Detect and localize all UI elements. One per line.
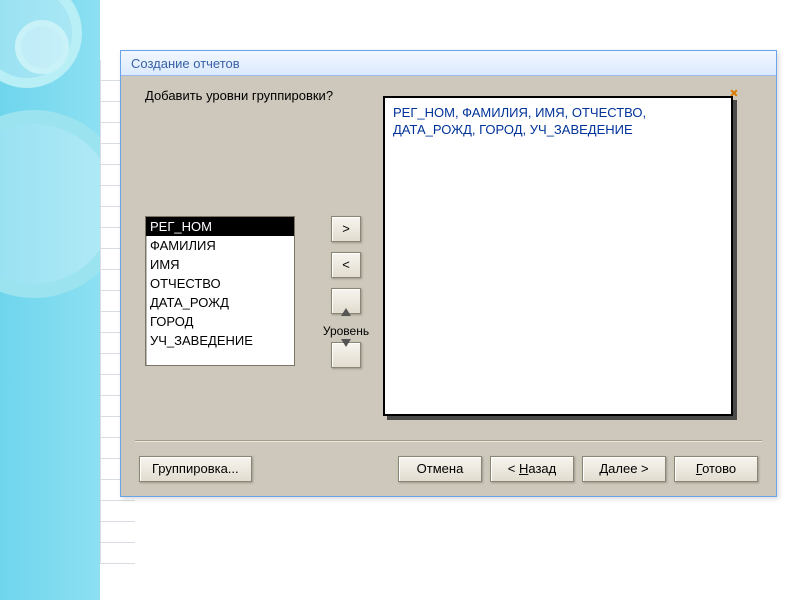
back-button[interactable]: < Назад [490,456,574,482]
grouping-options-button[interactable]: Группировка... [139,456,252,482]
decorative-bubble [15,20,69,74]
arrow-up-icon [341,293,351,316]
grouping-prompt: Добавить уровни группировки? [145,88,333,103]
button-separator [135,440,762,442]
dialog-body: Добавить уровни группировки? РЕГ_НОМФАМИ… [121,76,776,496]
arrow-down-icon [341,339,351,362]
grouping-preview-pane: РЕГ_НОМ, ФАМИЛИЯ, ИМЯ, ОТЧЕСТВО, ДАТА_РО… [383,96,733,416]
remove-level-button[interactable]: < [331,252,361,278]
window-titlebar[interactable]: Создание отчетов [121,51,776,76]
fields-listbox[interactable]: РЕГ_НОМФАМИЛИЯИМЯОТЧЕСТВОДАТА_РОЖДГОРОДУ… [145,216,295,366]
wizard-window: Создание отчетов Добавить уровни группир… [120,50,777,497]
preview-text-line: ДАТА_РОЖД, ГОРОД, УЧ_ЗАВЕДЕНИЕ [393,121,723,138]
priority-label: Уровень [311,324,381,338]
list-item[interactable]: ФАМИЛИЯ [146,236,294,255]
finish-button[interactable]: Готово [674,456,758,482]
priority-up-button[interactable] [331,288,361,314]
list-item[interactable]: РЕГ_НОМ [146,217,294,236]
list-item[interactable]: УЧ_ЗАВЕДЕНИЕ [146,331,294,350]
add-level-button[interactable]: > [331,216,361,242]
decorative-bubble-stripe [0,0,100,600]
list-item[interactable]: ОТЧЕСТВО [146,274,294,293]
list-item[interactable]: ИМЯ [146,255,294,274]
window-title: Создание отчетов [131,56,240,71]
priority-down-button[interactable] [331,342,361,368]
cancel-button[interactable]: Отмена [398,456,482,482]
list-item[interactable]: ГОРОД [146,312,294,331]
wizard-button-row: Группировка... Отмена < Назад Далее > Го… [121,456,776,482]
preview-text-line: РЕГ_НОМ, ФАМИЛИЯ, ИМЯ, ОТЧЕСТВО, [393,104,723,121]
next-button[interactable]: Далее > [582,456,666,482]
mid-button-column: > < Уровень [311,216,381,378]
list-item[interactable]: ДАТА_РОЖД [146,293,294,312]
